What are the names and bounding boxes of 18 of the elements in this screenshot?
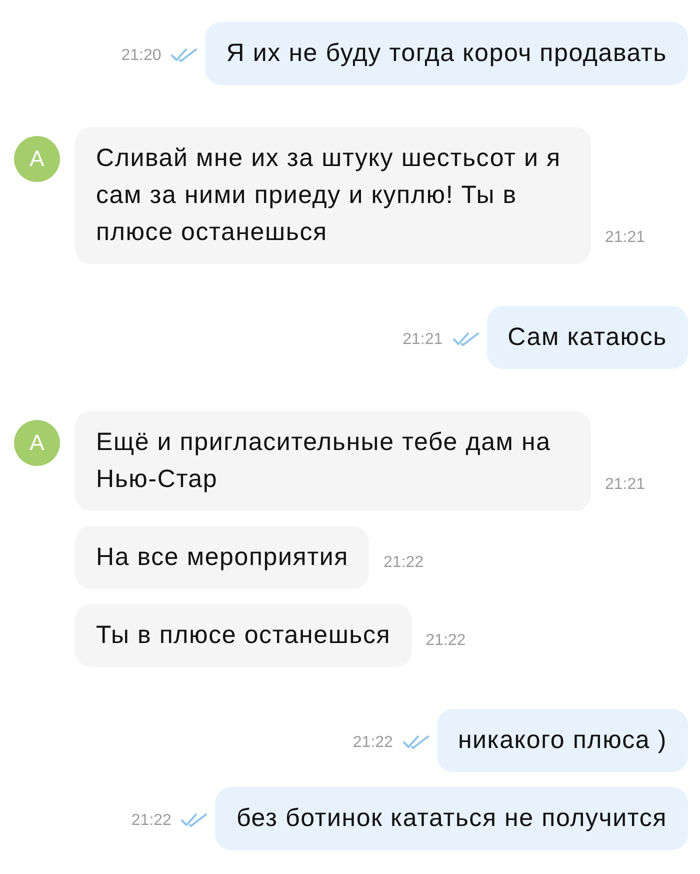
message-time: 21:22 — [352, 734, 393, 752]
message-time: 21:20 — [121, 46, 162, 64]
message-bubble: Ты в плюсе останешься — [75, 604, 412, 667]
message-time: 21:22 — [131, 812, 172, 830]
message-time: 21:21 — [605, 476, 646, 494]
avatar[interactable]: А — [14, 136, 60, 182]
message-time: 21:21 — [605, 229, 646, 247]
message-time: 21:21 — [402, 330, 443, 348]
message-bubble: Сливай мне их за штуку шестьсот и я сам за ними приеду и куплю! Ты в плюсе останешься — [75, 127, 591, 264]
avatar[interactable]: А — [14, 420, 60, 466]
message-bubble: На все мероприятия — [75, 526, 370, 589]
message-time: 21:22 — [383, 554, 424, 572]
message-time: 21:22 — [426, 632, 466, 650]
message-bubble: Ещё и пригласительные тебе дам на Нью-Стар — [75, 411, 591, 511]
message-bubble: без ботинок кататься не получится — [215, 787, 688, 850]
message-bubble: Сам катаюсь — [486, 306, 688, 369]
message-bubble: Я их не буду тогда короч продавать — [205, 22, 688, 85]
message-bubble: никакого плюса ) — [436, 709, 688, 772]
